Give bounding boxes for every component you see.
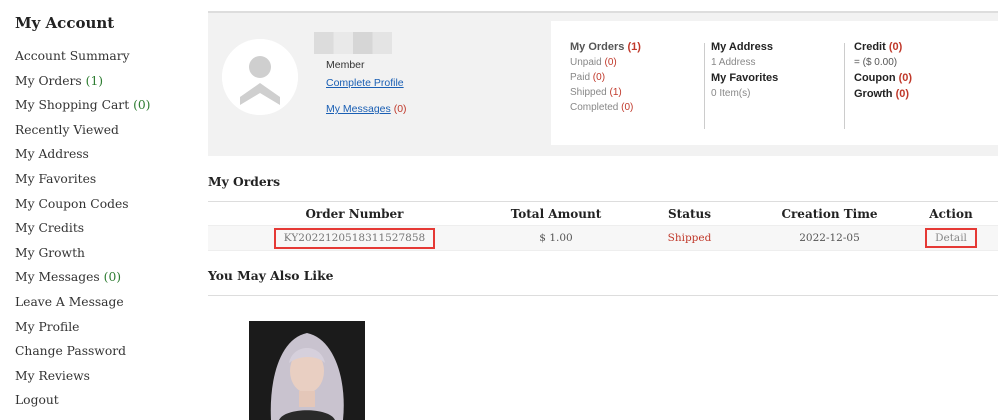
sidebar-item-recently-viewed[interactable]: Recently Viewed — [15, 120, 150, 145]
favorites-count: 0 Item(s) — [711, 88, 751, 99]
sidebar-item-change-password[interactable]: Change Password — [15, 341, 150, 366]
sidebar-item-my-credits[interactable]: My Credits — [15, 218, 150, 243]
my-favorites-link[interactable]: My Favorites — [711, 70, 778, 86]
username-redacted — [314, 32, 392, 54]
order-total: $ 1.00 — [539, 232, 573, 244]
address-favorites-stats: My Address 1 Address My Favorites 0 Item… — [711, 39, 778, 101]
sidebar-item-logout[interactable]: Logout — [15, 390, 150, 415]
product-image[interactable] — [249, 321, 365, 420]
stats-divider — [704, 43, 705, 129]
recommendations-title: You May Also Like — [208, 268, 334, 283]
sidebar-title: My Account — [15, 14, 115, 32]
table-row: KY20221205183115278​58 $ 1.00 Shipped 20… — [208, 226, 998, 251]
sidebar-menu: Account Summary My Orders (1) My Shoppin… — [15, 46, 150, 415]
sidebar-item-account-summary[interactable]: Account Summary — [15, 46, 150, 71]
order-number-link[interactable]: KY20221205183115278​58 — [273, 227, 436, 249]
column-header: Action — [929, 206, 973, 221]
order-status: Shipped — [667, 232, 712, 244]
completed-stat[interactable]: Completed (0) — [570, 100, 641, 115]
column-header: Total Amount — [510, 206, 602, 221]
complete-profile-link[interactable]: Complete Profile — [326, 77, 404, 89]
sidebar-item-my-growth[interactable]: My Growth — [15, 243, 150, 268]
sidebar-item-my-profile[interactable]: My Profile — [15, 317, 150, 342]
sidebar-item-shopping-cart[interactable]: My Shopping Cart (0) — [15, 95, 150, 120]
orders-section-title: My Orders — [208, 174, 281, 189]
user-avatar-icon — [222, 39, 298, 115]
coupon-link[interactable]: Coupon (0) — [854, 70, 912, 86]
growth-link[interactable]: Growth (0) — [854, 86, 912, 102]
paid-stat[interactable]: Paid (0) — [570, 70, 641, 85]
sidebar-item-my-messages[interactable]: My Messages (0) — [15, 267, 150, 292]
credit-stats: Credit (0) = ($ 0.00) Coupon (0) Growth … — [854, 39, 912, 102]
my-address-link[interactable]: My Address — [711, 39, 778, 55]
recommendations-divider — [208, 295, 998, 296]
orders-stats: My Orders (1) Unpaid (0) Paid (0) Shippe… — [570, 39, 641, 115]
order-detail-button[interactable]: Detail — [925, 228, 977, 248]
account-info-panel: Member Complete Profile My Messages (0) … — [208, 13, 998, 156]
messages-summary: My Messages (0) — [326, 103, 407, 115]
credit-link[interactable]: Credit (0) — [854, 39, 912, 55]
account-stats-box: My Orders (1) Unpaid (0) Paid (0) Shippe… — [551, 21, 998, 145]
order-creation-time: 2022-12-05 — [799, 232, 860, 244]
sidebar-item-my-reviews[interactable]: My Reviews — [15, 366, 150, 391]
orders-table: Order Number Total Amount Status Creatio… — [208, 201, 998, 251]
account-sidebar: My Account Account Summary My Orders (1)… — [0, 0, 190, 420]
stats-divider — [844, 43, 845, 129]
sidebar-item-my-address[interactable]: My Address — [15, 144, 150, 169]
sidebar-item-leave-message[interactable]: Leave A Message — [15, 292, 150, 317]
messages-count: (0) — [393, 103, 407, 115]
sidebar-item-coupon-codes[interactable]: My Coupon Codes — [15, 194, 150, 219]
sidebar-item-my-favorites[interactable]: My Favorites — [15, 169, 150, 194]
column-header: Order Number — [305, 206, 404, 221]
my-messages-link[interactable]: My Messages — [326, 103, 391, 115]
column-header: Status — [667, 206, 711, 221]
address-count: 1 Address — [711, 57, 756, 68]
shipped-stat[interactable]: Shipped (1) — [570, 85, 641, 100]
unpaid-stat[interactable]: Unpaid (0) — [570, 55, 641, 70]
sidebar-item-my-orders[interactable]: My Orders (1) — [15, 71, 150, 96]
member-level: Member — [326, 59, 365, 71]
column-header: Creation Time — [781, 206, 878, 221]
table-header-row: Order Number Total Amount Status Creatio… — [208, 202, 998, 226]
orders-stat-link[interactable]: My Orders (1) — [570, 39, 641, 55]
credit-value: = ($ 0.00) — [854, 57, 898, 68]
